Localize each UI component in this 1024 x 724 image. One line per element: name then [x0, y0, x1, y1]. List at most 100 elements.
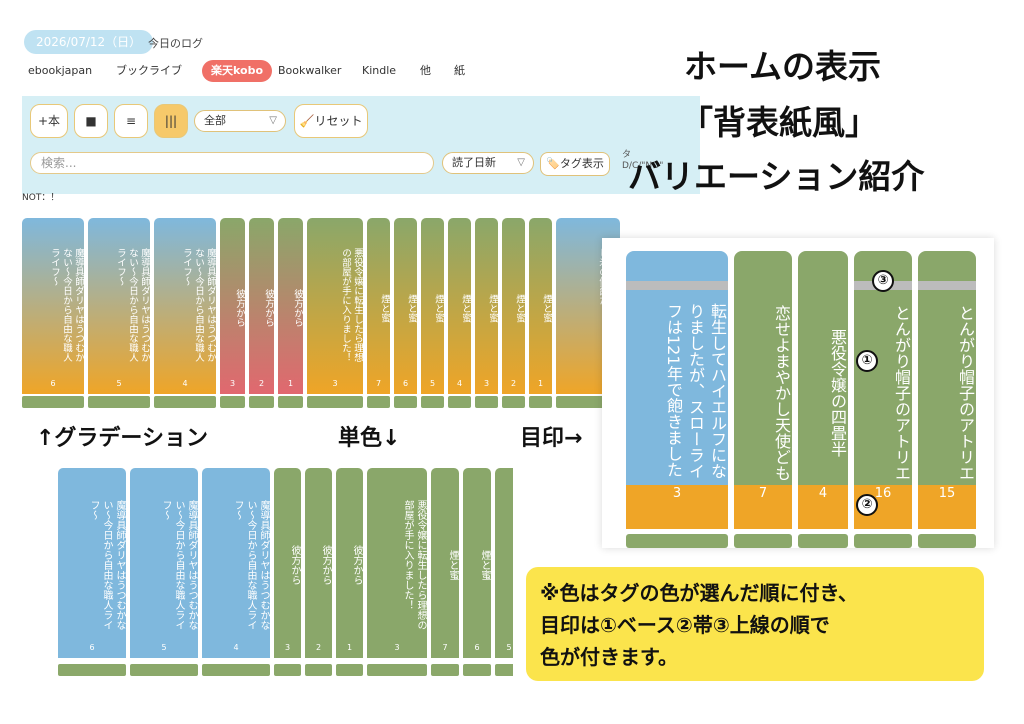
note-line3: 色が付きます。 — [540, 645, 678, 669]
shelf-base — [475, 396, 498, 408]
view-list-button[interactable]: ≡ — [114, 104, 148, 138]
volume-number: 5 — [429, 379, 436, 388]
book-spine[interactable]: 煙と蜜 1 — [529, 218, 552, 394]
not-filter-label: NOT：！ — [22, 193, 60, 203]
book-title: 悪役令嬢に転生したら理想の部屋が手に入りました！ — [340, 248, 363, 362]
volume-number: 5 — [506, 643, 512, 652]
tab-bookwalker[interactable]: Bookwalker — [278, 60, 341, 82]
book-spine[interactable]: 魔導具師ダリヤはうつむかない〜今日から自由な職人ライフ〜 6 — [22, 218, 84, 394]
reset-button[interactable]: 🧹リセット — [294, 104, 368, 138]
tab-other[interactable]: 他 — [420, 60, 431, 82]
mark-circle-2: ① — [856, 350, 878, 372]
sort-select[interactable]: 読了日新 ▽ — [442, 152, 534, 174]
book-spine[interactable]: 煙と蜜 2 — [502, 218, 525, 394]
book-title: 煙と蜜 — [406, 293, 417, 323]
volume-number: 3 — [394, 643, 400, 652]
shelf-base — [495, 664, 513, 676]
shelf-base — [58, 664, 126, 676]
book-spine[interactable]: 煙と蜜 5 — [495, 468, 513, 658]
title-line1: ホームの表示 — [684, 47, 882, 86]
shelf-base — [854, 534, 912, 548]
book-spine-zoom[interactable]: とんがり帽子のアトリエ 16 — [854, 251, 912, 529]
book-title: 彼方から — [263, 289, 274, 327]
tab-paper[interactable]: 紙 — [454, 60, 465, 82]
volume-number: 3 — [483, 379, 490, 388]
volume-number: 5 — [116, 379, 122, 388]
book-spine[interactable]: 魔導具師ダリヤはうつむかない〜今日から自由な職人ライフ〜 6 — [58, 468, 126, 658]
tab-booklive[interactable]: ブックライブ — [116, 60, 182, 82]
shelf-base — [305, 664, 332, 676]
volume-number: 15 — [938, 486, 956, 501]
book-spine[interactable]: 煙と蜜 7 — [431, 468, 459, 658]
volume-number: 1 — [537, 379, 544, 388]
book-spine[interactable]: 煙と蜜 5 — [421, 218, 444, 394]
book-title: 彼方から — [292, 289, 303, 327]
zoom-panel: 転生してハイエルフになりましたが、スローライフは121年で飽きました 3 恋せよまや… — [602, 238, 994, 548]
search-input[interactable]: 検索... — [30, 152, 434, 174]
book-spine[interactable]: 煙と蜜 6 — [394, 218, 417, 394]
book-spine[interactable]: 煙と蜜 3 — [475, 218, 498, 394]
shelf-base — [367, 396, 390, 408]
book-spine[interactable]: 彼方から 1 — [336, 468, 363, 658]
book-spine[interactable]: 煙と蜜 6 — [463, 468, 491, 658]
book-title: 煙と蜜 — [511, 550, 513, 580]
book-title: 魔導具師ダリヤはうつむかない〜今日から自由な職人ライフ〜 — [115, 248, 150, 362]
book-title: 煙と蜜 — [487, 293, 498, 323]
volume-number: 4 — [182, 379, 188, 388]
view-cover-button[interactable]: ■ — [74, 104, 108, 138]
today-log-label[interactable]: 今日のログ — [148, 35, 203, 51]
book-spine[interactable]: 魔導具師ダリヤはうつむかない〜今日から自由な職人ライフ〜 4 — [154, 218, 216, 394]
shelf-base — [274, 664, 301, 676]
tab-rakuten-kobo[interactable]: 楽天kobo — [202, 60, 273, 82]
book-spine-zoom[interactable]: 悪役令嬢の四畳半 4 — [798, 251, 848, 529]
book-title: 彼方から — [351, 545, 362, 585]
book-title: 魔導具師ダリヤはうつむかない〜今日から自由な職人ライフ〜 — [160, 500, 197, 630]
book-title: 転生してハイエルフになりましたが、スローライフは121年で飽きました — [664, 303, 727, 479]
book-spine[interactable]: 魔導具師ダリヤはうつむかない〜今日から自由な職人ライフ〜 5 — [88, 218, 150, 394]
filter-select[interactable]: 全部 ▽ — [194, 110, 286, 132]
book-spine[interactable]: 彼方から 2 — [305, 468, 332, 658]
header: 2026/07/12（日） 今日のログ ebookjapan ブックライブ 楽天… — [22, 18, 700, 96]
volume-number: 6 — [402, 379, 409, 388]
book-spine[interactable]: 魔導具師ダリヤはうつむかない〜今日から自由な職人ライフ〜 4 — [202, 468, 270, 658]
book-spine[interactable]: 彼方から 3 — [274, 468, 301, 658]
volume-number: 6 — [474, 643, 480, 652]
book-spine[interactable]: 彼方から 1 — [278, 218, 303, 394]
volume-number: 7 — [442, 643, 448, 652]
toolbar: +本 ■ ≡ ||| 全部 ▽ 🧹リセット 検索... 読了日新 ▽ 🏷️タグ表… — [22, 96, 700, 194]
book-title: 魔導具師ダリヤはうつむかない〜今日から自由な職人ライフ〜 — [88, 500, 125, 630]
shelf-base — [918, 534, 976, 548]
book-spine[interactable]: 煙と蜜 4 — [448, 218, 471, 394]
book-spine[interactable]: 煙と蜜 7 — [367, 218, 390, 394]
note-line2: 目印は①ベース②帯③上線の順で — [540, 613, 830, 637]
date-pill[interactable]: 2026/07/12（日） — [24, 30, 154, 54]
book-spine-zoom[interactable]: 恋せよまやかし天使ども 7 — [734, 251, 792, 529]
tag-display-button[interactable]: 🏷️タグ表示 — [540, 152, 610, 176]
mark-circle-1: ③ — [872, 270, 894, 292]
book-title: 煙と蜜 — [447, 550, 458, 580]
shelf-base — [220, 396, 245, 408]
add-book-button[interactable]: +本 — [30, 104, 68, 138]
label-mark: 目印→ — [520, 426, 583, 451]
book-spine[interactable]: 彼方から 2 — [249, 218, 274, 394]
book-spine[interactable]: 彼方から 3 — [220, 218, 245, 394]
shelf-base — [249, 396, 274, 408]
tab-kindle[interactable]: Kindle — [362, 60, 396, 82]
view-spine-button[interactable]: ||| — [154, 104, 188, 138]
book-spine-zoom[interactable]: 転生してハイエルフになりましたが、スローライフは121年で飽きました 3 — [626, 251, 728, 529]
book-spine[interactable]: 悪役令嬢に転生したら理想の部屋が手に入りました！ 3 — [367, 468, 427, 658]
book-title: 恋せよまやかし天使ども — [772, 305, 791, 481]
book-title: 魔導具師ダリヤはうつむかない〜今日から自由な職人ライフ〜 — [49, 248, 84, 362]
book-shelf-gradient: 魔導具師ダリヤはうつむかない〜今日から自由な職人ライフ〜 6 魔導具師ダリヤはうつむ… — [22, 218, 700, 410]
shelf-base — [502, 396, 525, 408]
book-spine-zoom[interactable]: とんがり帽子のアトリエ 15 — [918, 251, 976, 529]
book-title: 彼方から — [320, 545, 331, 585]
shelf-base — [278, 396, 303, 408]
title-line3: バリエーション紹介 — [628, 157, 925, 196]
tab-ebookjapan[interactable]: ebookjapan — [28, 60, 92, 82]
book-spine[interactable]: 悪役令嬢に転生したら理想の部屋が手に入りました！ 3 — [307, 218, 363, 394]
book-spine[interactable]: 魔導具師ダリヤはうつむかない〜今日から自由な職人ライフ〜 5 — [130, 468, 198, 658]
volume-number: 2 — [258, 379, 265, 388]
shelf-base — [529, 396, 552, 408]
volume-number: 6 — [50, 379, 56, 388]
